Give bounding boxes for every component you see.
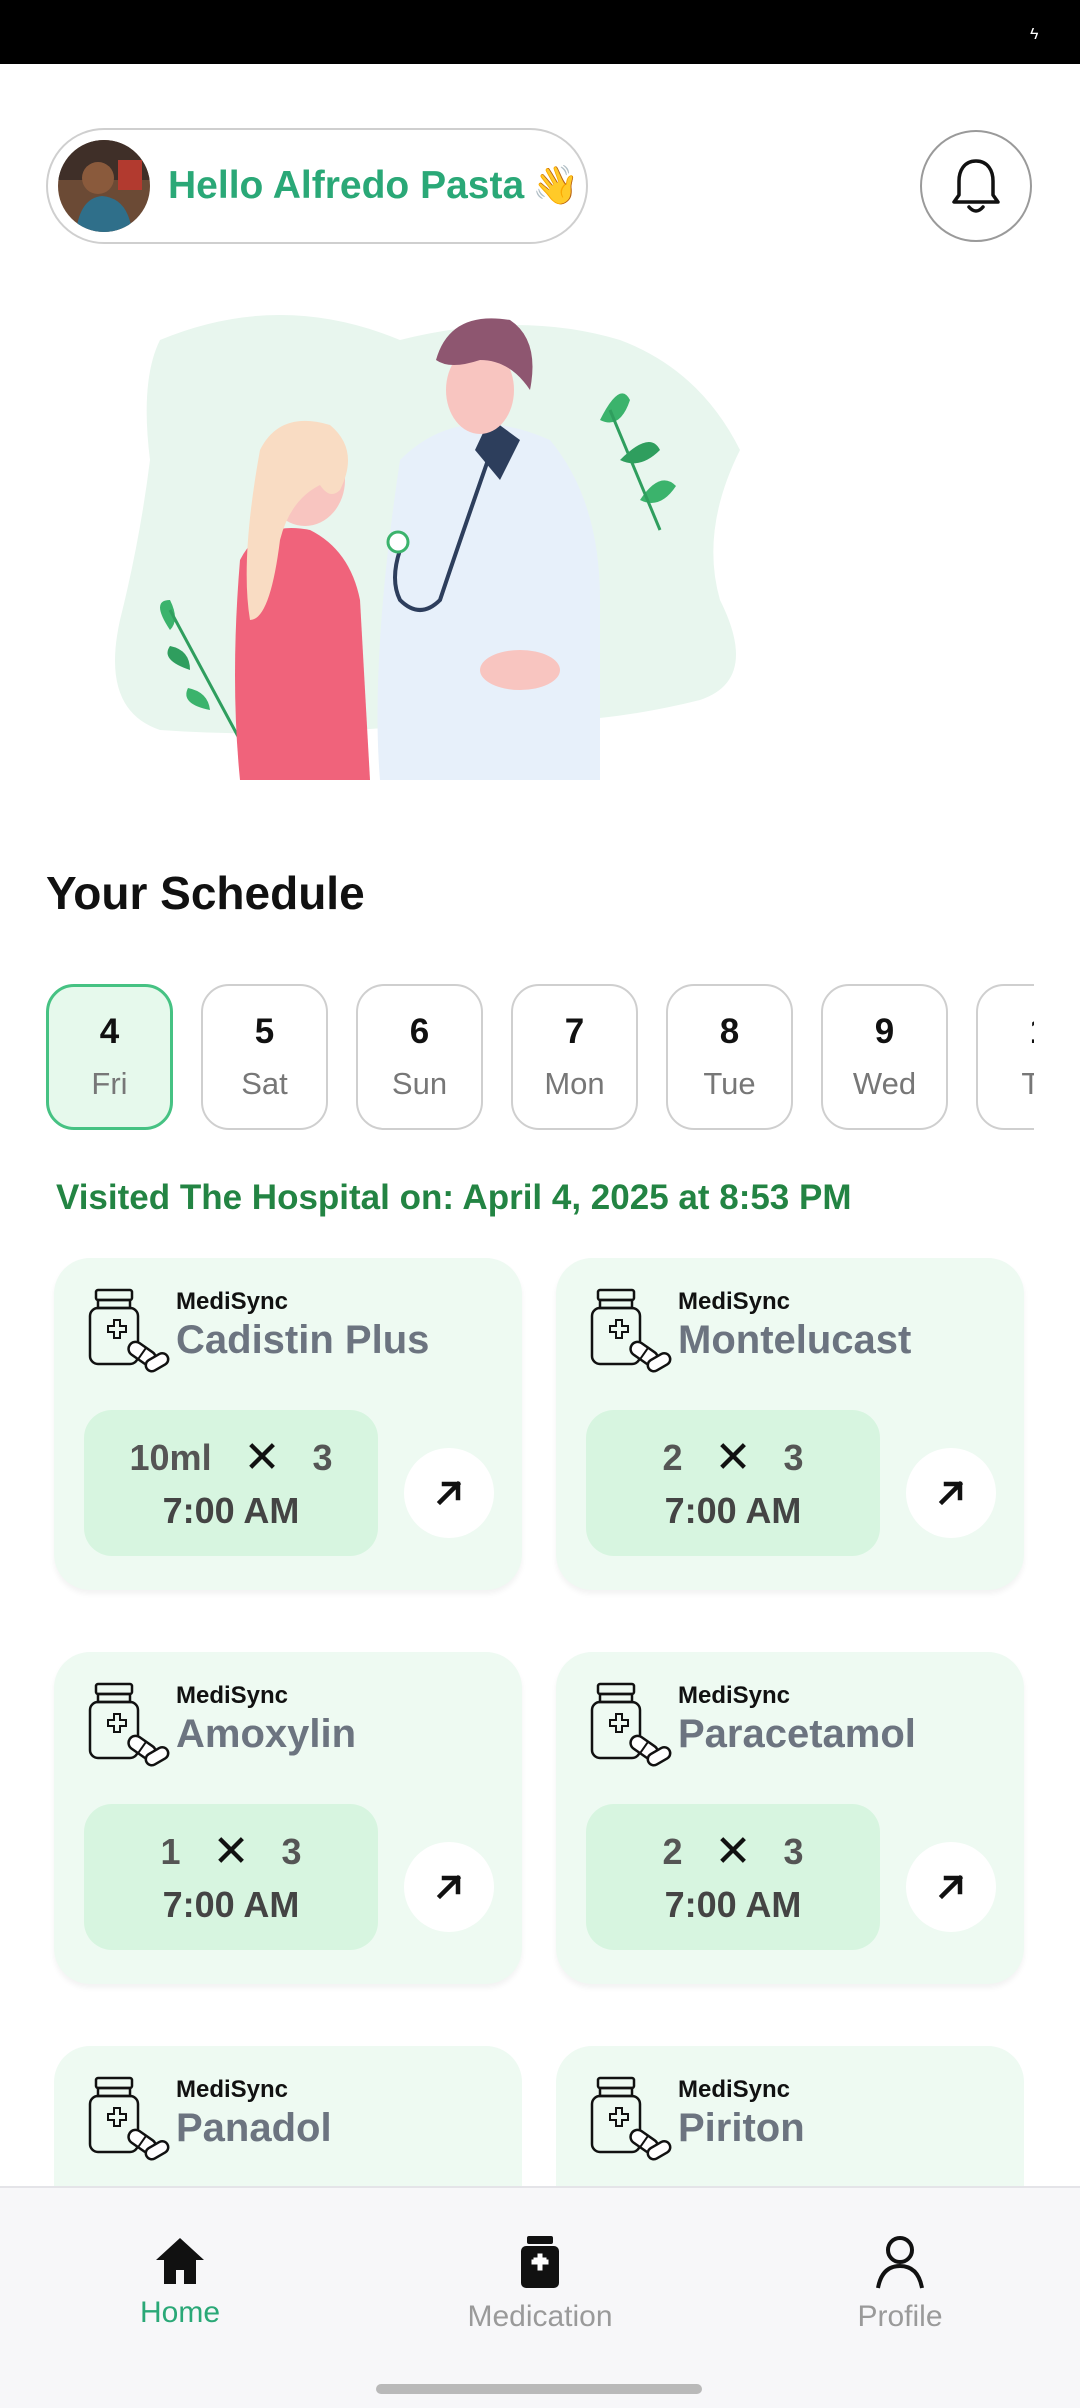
medication-card[interactable]: MediSync Montelucast 2 ✕ 3 7:00 AM [556,1258,1024,1590]
medicine-bottle-icon [86,1286,172,1376]
open-medication-button[interactable] [404,1448,494,1538]
medication-brand: MediSync [678,2076,791,2103]
medication-name: Montelucast [678,1318,912,1362]
dosage-quantity: 10ml [129,1436,212,1478]
wave-emoji: 👋 [532,165,580,207]
medication-card[interactable]: MediSync Piriton [556,2046,1024,2186]
date-day: Sun [391,1066,448,1101]
medication-name: Panadol [176,2106,332,2150]
arrow-up-right-icon [436,1480,462,1506]
date-chip-mon-7[interactable]: 7 Mon [511,984,638,1130]
date-number: 8 [719,1012,740,1051]
medication-card[interactable]: MediSync Cadistin Plus 10ml ✕ 3 7:00 AM [54,1258,522,1590]
times-icon: ✕ [243,1433,281,1482]
dosage-quantity: 1 [160,1830,181,1872]
open-medication-button[interactable] [906,1448,996,1538]
medication-brand: MediSync [176,1288,289,1315]
medication-card[interactable]: MediSync Paracetamol 2 ✕ 3 7:00 AM [556,1652,1024,1984]
doctor-patient-illustration [100,300,790,790]
dosage-quantity: 2 [662,1436,683,1478]
dosage-time: 7:00 AM [664,1884,802,1925]
bell-icon [952,159,1000,213]
dosage-box: 2 ✕ 3 7:00 AM [586,1410,880,1556]
visited-hospital-text: Visited The Hospital on: April 4, 2025 a… [56,1178,852,1217]
nav-medication-label: Medication [467,2300,613,2333]
date-selector[interactable]: 4 Fri 5 Sat 6 Sun 7 Mon 8 Tue 9 Wed 1 Th [46,984,1034,1130]
date-day: Sat [241,1066,288,1101]
charging-icon: ϟ [1030,26,1039,43]
profile-icon [876,2236,924,2289]
date-number: 4 [99,1012,120,1051]
medication-card[interactable]: MediSync Panadol [54,2046,522,2186]
medication-brand: MediSync [678,1682,791,1709]
status-bar: ϟ [0,0,1080,64]
schedule-title: Your Schedule [46,867,365,919]
dosage-time: 7:00 AM [664,1490,802,1531]
nav-home-label: Home [139,2296,221,2329]
date-chip-tue-8[interactable]: 8 Tue [666,984,793,1130]
open-medication-button[interactable] [404,1842,494,1932]
medicine-bottle-icon [86,2074,172,2164]
times-icon: ✕ [714,1827,752,1876]
arrow-up-right-icon [938,1874,964,1900]
bottom-navigation: Home Medication Profile [0,2186,1080,2408]
nav-medication[interactable]: Medication [420,2234,660,2334]
arrow-up-right-icon [436,1874,462,1900]
nav-profile[interactable]: Profile [780,2234,1020,2334]
home-icon [156,2238,204,2284]
medication-card[interactable]: MediSync Amoxylin 1 ✕ 3 7:00 AM [54,1652,522,1984]
nav-profile-label: Profile [857,2300,943,2333]
medication-name: Amoxylin [176,1712,357,1756]
dosage-time: 7:00 AM [162,1884,300,1925]
medication-brand: MediSync [176,1682,289,1709]
notifications-button[interactable] [920,130,1032,242]
home-indicator[interactable] [376,2384,702,2394]
date-chip-sat-5[interactable]: 5 Sat [201,984,328,1130]
dosage-time: 7:00 AM [162,1490,300,1531]
open-medication-button[interactable] [906,1842,996,1932]
medication-brand: MediSync [678,1288,791,1315]
greeting-pill[interactable]: Hello Alfredo Pasta 👋 [46,128,588,244]
medicine-bottle-icon [86,1680,172,1770]
date-day: Mon [544,1066,605,1101]
medicine-bottle-icon [588,1680,674,1770]
medication-name: Piriton [678,2106,805,2150]
medication-name: Cadistin Plus [176,1318,430,1362]
times-icon: ✕ [714,1433,752,1482]
date-number: 9 [874,1012,895,1051]
date-number: 6 [409,1012,430,1051]
date-chip-wed-9[interactable]: 9 Wed [821,984,948,1130]
dosage-times: 3 [783,1830,804,1872]
medicine-bottle-icon [588,1286,674,1376]
avatar[interactable] [58,140,150,232]
nav-home[interactable]: Home [60,2234,300,2330]
date-day: Wed [852,1066,917,1101]
date-number: 1 [1030,1012,1034,1052]
dosage-box: 10ml ✕ 3 7:00 AM [84,1410,378,1556]
date-chip-sun-6[interactable]: 6 Sun [356,984,483,1130]
date-day: Tue [703,1066,756,1101]
times-icon: ✕ [212,1827,250,1876]
dosage-box: 2 ✕ 3 7:00 AM [586,1804,880,1950]
medicine-bottle-icon [521,2236,559,2288]
date-day: Th [1021,1066,1034,1101]
dosage-quantity: 2 [662,1830,683,1872]
dosage-times: 3 [783,1436,804,1478]
medication-brand: MediSync [176,2076,289,2103]
date-chip-fri-4[interactable]: 4 Fri [46,984,173,1130]
greeting-text: Hello Alfredo Pasta [168,164,525,207]
date-number: 5 [254,1012,275,1051]
medication-name: Paracetamol [678,1712,916,1756]
medicine-bottle-icon [588,2074,674,2164]
date-chip-thu-10[interactable]: 1 Th [976,984,1034,1130]
dosage-times: 3 [312,1436,333,1478]
dosage-times: 3 [281,1830,302,1872]
dosage-box: 1 ✕ 3 7:00 AM [84,1804,378,1950]
date-number: 7 [564,1012,585,1051]
arrow-up-right-icon [938,1480,964,1506]
date-day: Fri [91,1066,128,1101]
